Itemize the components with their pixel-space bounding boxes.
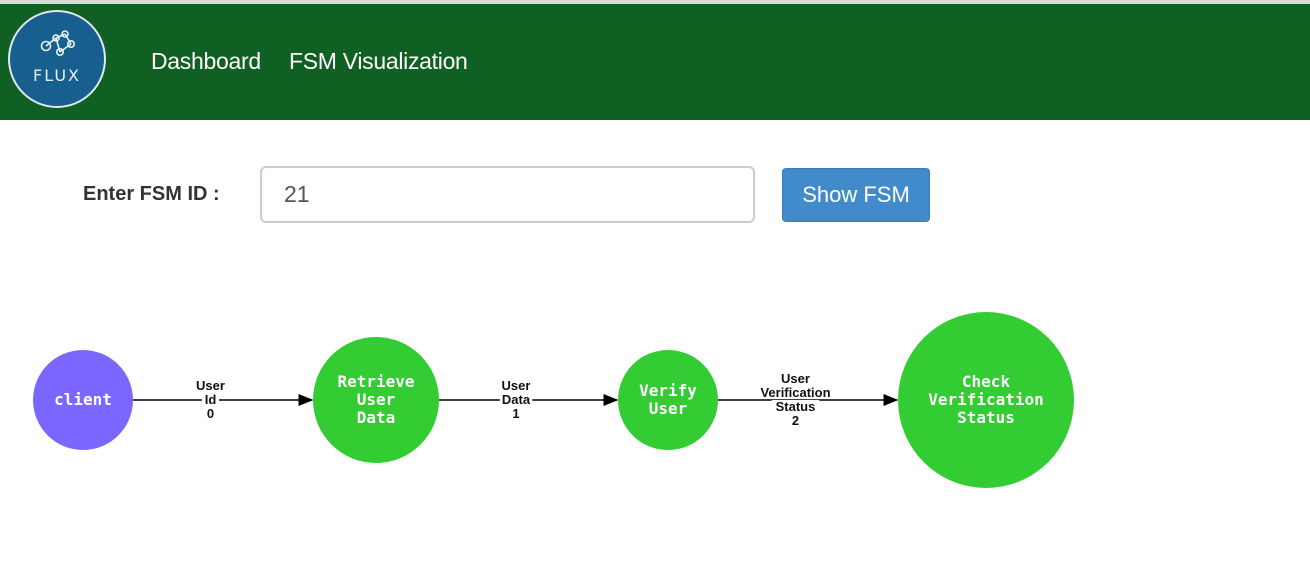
fsm-node-client[interactable]: client	[33, 350, 133, 450]
node-label: Verify	[639, 381, 697, 400]
edge-label-line: User	[781, 371, 810, 386]
edge-label-line: 1	[512, 406, 519, 421]
node-label: Retrieve	[337, 372, 414, 391]
show-fsm-button[interactable]: Show FSM	[782, 168, 930, 222]
fsm-id-input[interactable]	[260, 166, 755, 223]
edge-label-line: 2	[792, 413, 799, 428]
fsm-node-retrieve-user-data[interactable]: RetrieveUserData	[313, 337, 439, 463]
fsm-edge: UserVerificationStatus2	[718, 371, 899, 428]
logo-text: FLUX	[33, 66, 81, 85]
fsm-graph: UserId0UserData1UserVerificationStatus2 …	[33, 312, 1074, 488]
nav-dashboard-link[interactable]: Dashboard	[151, 48, 261, 75]
node-label: Status	[957, 408, 1015, 427]
fsm-id-label: Enter FSM ID :	[83, 183, 220, 205]
node-label: User	[649, 399, 688, 418]
edge-label: UserData1	[499, 378, 533, 421]
fsm-node-check-verification-status[interactable]: CheckVerificationStatus	[898, 312, 1074, 488]
fsm-edge: UserData1	[439, 378, 619, 421]
node-label: Data	[357, 408, 396, 427]
edge-label-line: Data	[502, 392, 531, 407]
navbar: FLUX Dashboard FSM Visualization	[0, 4, 1310, 120]
node-label: User	[357, 390, 396, 409]
edge-label-line: User	[502, 378, 531, 393]
edge-label-line: Id	[205, 392, 217, 407]
node-label: Check	[962, 372, 1011, 391]
nav-fsm-visualization-link[interactable]: FSM Visualization	[289, 48, 468, 75]
flux-logo[interactable]: FLUX	[8, 10, 106, 108]
edge-label-line: 0	[207, 406, 214, 421]
node-label: client	[54, 390, 112, 409]
edge-label-line: Status	[776, 399, 816, 414]
fsm-node-verify-user[interactable]: VerifyUser	[618, 350, 718, 450]
edge-label-line: User	[196, 378, 225, 393]
network-nodes-icon	[40, 30, 75, 56]
edge-label-line: Verification	[760, 385, 830, 400]
edge-label: UserVerificationStatus2	[748, 371, 843, 428]
node-label: Verification	[928, 390, 1044, 409]
fsm-edge: UserId0	[133, 378, 314, 421]
